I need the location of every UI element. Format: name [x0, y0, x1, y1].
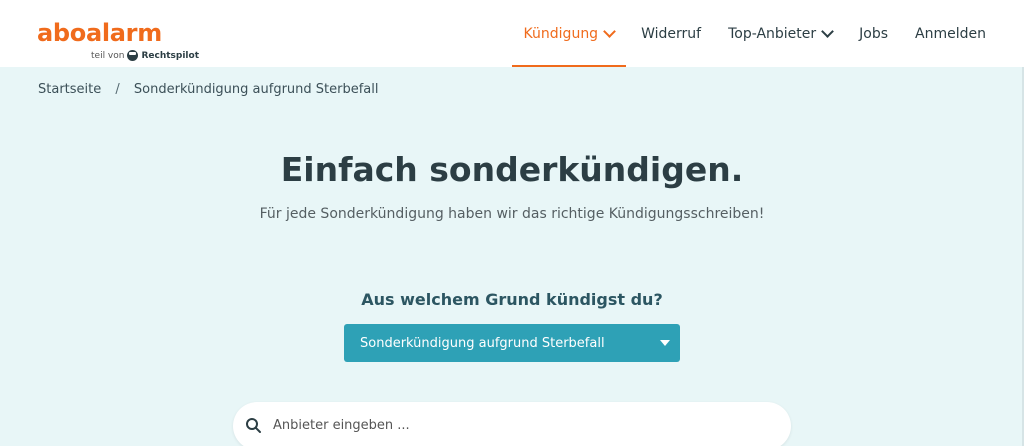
aboalarm-logo[interactable]: aboalarm teil von Rechtspilot — [37, 19, 199, 61]
breadcrumb: Startseite / Sonderkündigung aufgrund St… — [38, 82, 379, 97]
nav-item-label: Jobs — [859, 25, 889, 42]
reason-select[interactable]: Sonderkündigung aufgrund Sterbefall — [344, 324, 680, 362]
logo-sub-prefix: teil von — [91, 50, 125, 61]
breadcrumb-separator: / — [115, 82, 120, 97]
logo-sub-brand: Rechtspilot — [141, 50, 200, 61]
chevron-down-icon — [603, 24, 616, 38]
breadcrumb-home-link[interactable]: Startseite — [38, 82, 101, 97]
main-nav: Kündigung Widerruf Top-Anbieter Jobs Anm… — [511, 0, 986, 67]
logo-wordmark: aboalarm — [37, 19, 162, 47]
reason-question: Aus welchem Grund kündigst du? — [361, 290, 663, 309]
nav-item-label: Widerruf — [641, 25, 702, 42]
page-title: Einfach sonderkündigen. — [280, 150, 744, 189]
provider-search-input[interactable] — [273, 412, 773, 438]
page-subtitle: Für jede Sonderkündigung haben wir das r… — [259, 206, 765, 222]
caret-down-icon — [660, 340, 670, 346]
nav-item-anmelden[interactable]: Anmelden — [915, 0, 986, 67]
nav-item-widerruf[interactable]: Widerruf — [641, 0, 701, 67]
nav-item-top-anbieter[interactable]: Top-Anbieter — [728, 0, 835, 67]
breadcrumb-current: Sonderkündigung aufgrund Sterbefall — [133, 82, 379, 97]
nav-item-label: Anmelden — [915, 25, 986, 42]
logo-subline: teil von Rechtspilot — [91, 50, 199, 61]
nav-item-label: Kündigung — [523, 25, 599, 42]
reason-select-value: Sonderkündigung aufgrund Sterbefall — [360, 335, 605, 351]
nav-item-jobs[interactable]: Jobs — [859, 0, 888, 67]
chevron-down-icon — [821, 24, 835, 38]
provider-search-box — [233, 402, 791, 446]
rechtspilot-icon — [127, 50, 139, 61]
site-header: aboalarm teil von Rechtspilot Kündigung … — [0, 0, 1024, 67]
nav-item-label: Top-Anbieter — [728, 25, 817, 42]
search-icon — [246, 418, 261, 433]
nav-item-kuendigung[interactable]: Kündigung — [511, 0, 626, 67]
